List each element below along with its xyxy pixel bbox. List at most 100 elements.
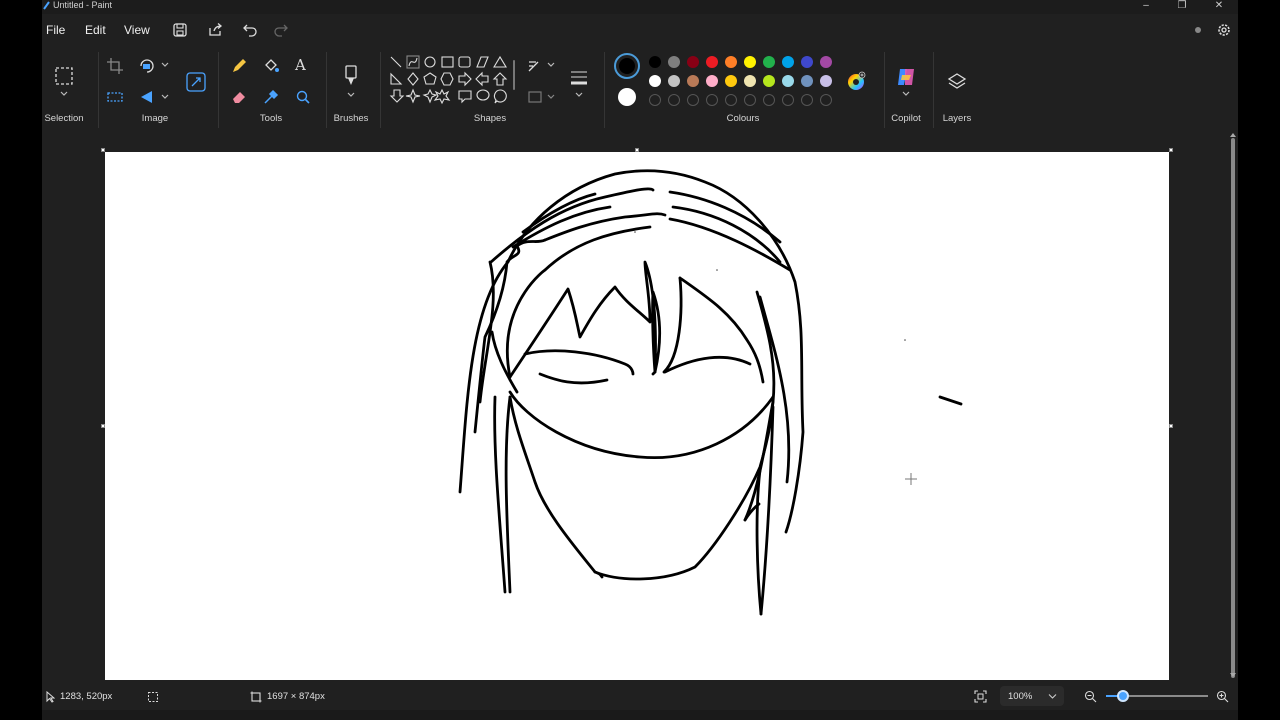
- undo-icon[interactable]: [242, 22, 258, 38]
- cursor-position: 1283, 520px: [60, 691, 113, 702]
- zoom-in-icon[interactable]: [1216, 690, 1229, 703]
- colour-swatch[interactable]: [763, 56, 775, 68]
- scroll-down-arrow-icon[interactable]: [1229, 672, 1237, 678]
- vertical-scrollbar[interactable]: [1231, 138, 1235, 678]
- colour-swatch[interactable]: [782, 75, 794, 87]
- colour-picker-icon[interactable]: [262, 88, 280, 106]
- menu-bar: File Edit View: [42, 16, 1238, 44]
- text-tool-icon[interactable]: A: [295, 56, 306, 74]
- paint-app-icon: [43, 1, 50, 10]
- menu-edit[interactable]: Edit: [85, 23, 106, 37]
- chevron-down-icon[interactable]: [160, 93, 170, 101]
- chevron-down-icon[interactable]: [546, 93, 556, 101]
- redo-icon[interactable]: [273, 22, 289, 38]
- colour-swatch[interactable]: [668, 75, 680, 87]
- colour-swatch[interactable]: [725, 56, 737, 68]
- line-size-icon[interactable]: [568, 68, 590, 88]
- account-icon[interactable]: [1190, 22, 1206, 38]
- share-icon[interactable]: [207, 22, 223, 38]
- custom-colour-slot[interactable]: [763, 94, 775, 106]
- colour-swatch[interactable]: [706, 75, 718, 87]
- custom-colour-slot[interactable]: [706, 94, 718, 106]
- colour-swatch[interactable]: [820, 56, 832, 68]
- colour-swatch[interactable]: [744, 75, 756, 87]
- restore-button[interactable]: ❐: [1170, 0, 1194, 12]
- drawing-canvas[interactable]: [105, 152, 1169, 680]
- colour-swatch[interactable]: [801, 56, 813, 68]
- zoom-slider-thumb[interactable]: [1117, 690, 1129, 702]
- edit-colours-icon[interactable]: [845, 71, 867, 93]
- group-label-image: Image: [141, 113, 169, 124]
- rectangle-select-icon[interactable]: [54, 66, 74, 86]
- resize-handle[interactable]: [635, 148, 639, 152]
- chevron-down-icon[interactable]: [160, 61, 170, 69]
- minimize-button[interactable]: –: [1134, 0, 1158, 12]
- ribbon-divider: [326, 52, 327, 128]
- chevron-down-icon[interactable]: [574, 91, 584, 99]
- colour-swatch[interactable]: [687, 56, 699, 68]
- fit-to-window-icon[interactable]: [974, 690, 987, 703]
- resize-handle[interactable]: [101, 148, 105, 152]
- crop-icon[interactable]: [106, 57, 124, 75]
- outline-icon[interactable]: [526, 57, 544, 75]
- custom-colour-slot[interactable]: [725, 94, 737, 106]
- eraser-icon[interactable]: [230, 88, 248, 106]
- chevron-down-icon[interactable]: [546, 61, 556, 69]
- flip-icon[interactable]: [138, 88, 156, 106]
- primary-colour-ring[interactable]: [614, 53, 640, 79]
- colour-swatch[interactable]: [649, 56, 661, 68]
- menu-view[interactable]: View: [124, 23, 150, 37]
- colour-swatch[interactable]: [801, 75, 813, 87]
- zoom-select[interactable]: 100%: [1000, 686, 1064, 706]
- shapes-scrollbar[interactable]: [513, 60, 515, 90]
- rotate-icon[interactable]: [138, 57, 156, 75]
- primary-colour-swatch[interactable]: [619, 58, 635, 74]
- resize-handle[interactable]: [101, 424, 105, 428]
- magnifier-icon[interactable]: [294, 88, 312, 106]
- fill-bucket-icon[interactable]: [262, 57, 280, 75]
- custom-colour-slot[interactable]: [782, 94, 794, 106]
- colour-swatch[interactable]: [820, 75, 832, 87]
- group-label-selection: Selection: [44, 113, 84, 124]
- colour-swatch[interactable]: [649, 75, 661, 87]
- colour-swatch[interactable]: [706, 56, 718, 68]
- brush-icon[interactable]: [340, 64, 362, 88]
- custom-colour-slot[interactable]: [649, 94, 661, 106]
- custom-colour-slot[interactable]: [820, 94, 832, 106]
- colour-swatch[interactable]: [725, 75, 737, 87]
- colour-swatch[interactable]: [763, 75, 775, 87]
- canvas-size: 1697 × 874px: [267, 691, 325, 702]
- custom-colour-slot[interactable]: [801, 94, 813, 106]
- cursor-position-icon: [46, 691, 55, 703]
- colour-swatch[interactable]: [782, 56, 794, 68]
- chevron-down-icon[interactable]: [59, 90, 69, 98]
- layers-icon[interactable]: [946, 71, 968, 93]
- colour-swatch[interactable]: [687, 75, 699, 87]
- canvas-work-area: [42, 132, 1238, 684]
- resize-handle[interactable]: [1169, 424, 1173, 428]
- resize-handle[interactable]: [1169, 148, 1173, 152]
- custom-colour-slot[interactable]: [668, 94, 680, 106]
- chevron-down-icon[interactable]: [1048, 693, 1057, 700]
- custom-colour-slot[interactable]: [744, 94, 756, 106]
- chevron-down-icon[interactable]: [901, 90, 911, 98]
- paint-window: Untitled - Paint – ❐ ✕ File Edit View Se…: [42, 0, 1238, 720]
- group-label-shapes: Shapes: [473, 113, 507, 124]
- image-select-icon[interactable]: [106, 88, 124, 106]
- secondary-colour-swatch[interactable]: [618, 88, 636, 106]
- custom-colour-slot[interactable]: [687, 94, 699, 106]
- shapes-gallery[interactable]: [387, 54, 511, 114]
- save-icon[interactable]: [172, 22, 188, 38]
- zoom-out-icon[interactable]: [1084, 690, 1097, 703]
- fill-icon[interactable]: [526, 88, 544, 106]
- chevron-down-icon[interactable]: [346, 91, 356, 99]
- copilot-icon[interactable]: [895, 66, 917, 88]
- close-button[interactable]: ✕: [1207, 0, 1231, 12]
- colour-swatch[interactable]: [668, 56, 680, 68]
- colour-swatch[interactable]: [744, 56, 756, 68]
- resize-image-icon[interactable]: [185, 71, 207, 93]
- settings-gear-icon[interactable]: [1216, 22, 1232, 38]
- pencil-icon[interactable]: [230, 57, 248, 75]
- scroll-up-arrow-icon[interactable]: [1229, 132, 1237, 138]
- menu-file[interactable]: File: [46, 23, 65, 37]
